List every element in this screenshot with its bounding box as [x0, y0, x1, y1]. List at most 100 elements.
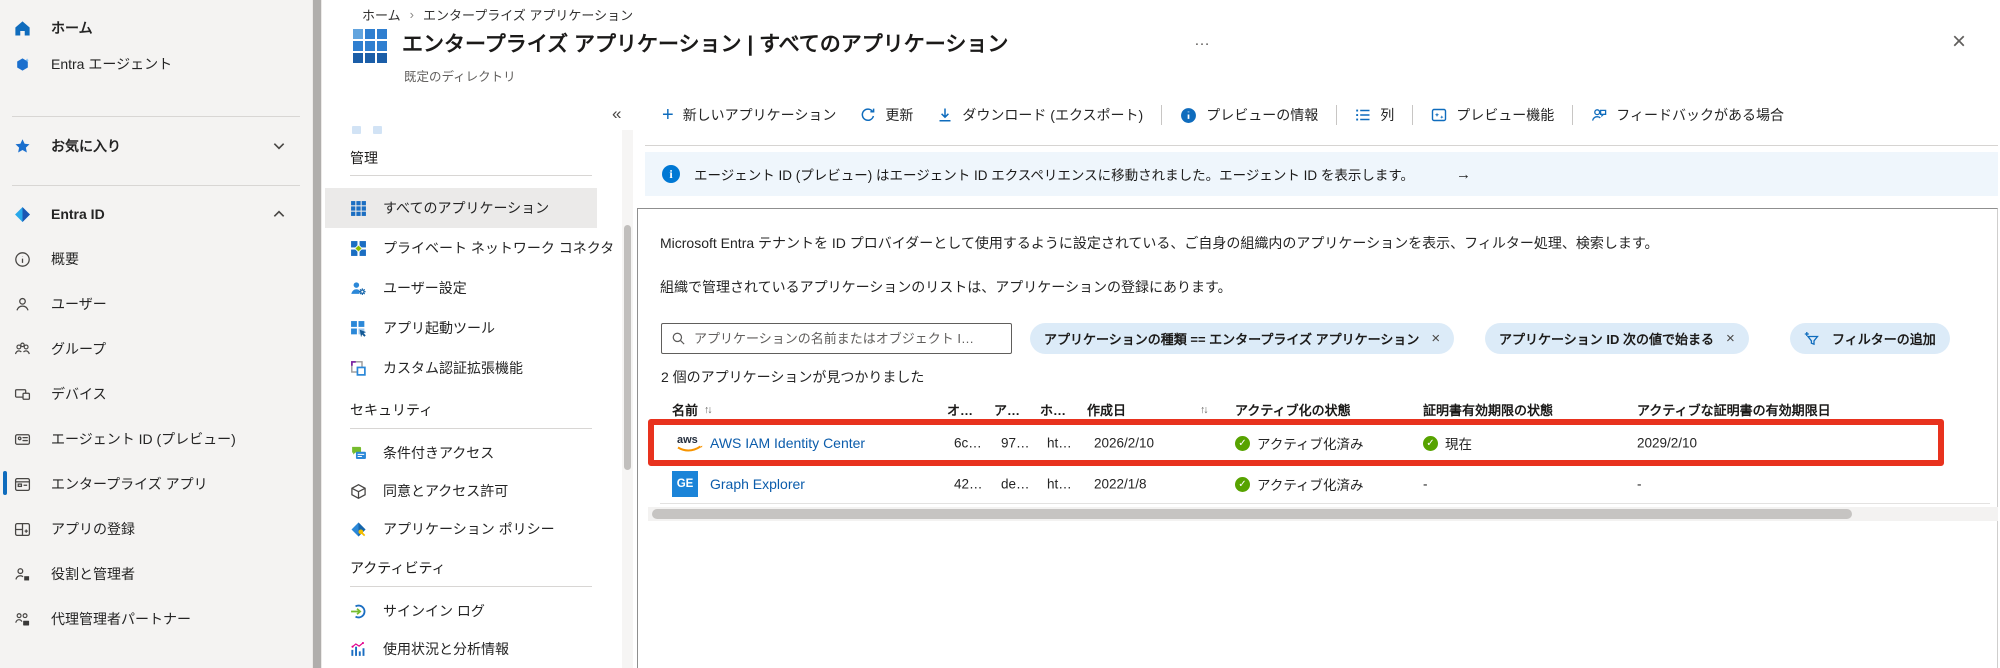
- private-network-icon: [350, 240, 367, 257]
- application-search[interactable]: [661, 323, 1012, 354]
- menu-item-label: 条件付きアクセス: [383, 445, 495, 461]
- sidebar-item-overview[interactable]: 概要: [0, 244, 300, 274]
- sidebar-item-roles-admins[interactable]: 役割と管理者: [0, 559, 300, 589]
- sidebar-item-admin-partners[interactable]: 代理管理者パートナー: [0, 604, 300, 634]
- column-header-app-id[interactable]: ア…: [994, 400, 1020, 419]
- menu-item-custom-auth-extensions[interactable]: カスタム認証拡張機能: [325, 348, 597, 388]
- menu-item-label: すべてのアプリケーション: [383, 200, 550, 216]
- banner-arrow-icon[interactable]: →: [1456, 166, 1471, 183]
- column-header-created[interactable]: 作成日 ↑↓: [1087, 400, 1208, 419]
- info-banner: i エージェント ID (プレビュー) はエージェント ID エクスペリエンスに…: [645, 152, 1998, 196]
- svg-text:aws: aws: [677, 434, 698, 446]
- menu-section-divider: [350, 175, 592, 176]
- info-icon: i: [662, 165, 680, 183]
- remove-filter-icon[interactable]: ×: [1726, 330, 1735, 347]
- aws-logo-icon: aws: [676, 432, 704, 454]
- sidebar-item-devices[interactable]: デバイス: [0, 379, 300, 409]
- application-link[interactable]: Graph Explorer: [710, 476, 805, 492]
- sidebar-divider: [12, 185, 300, 186]
- sidebar-item-app-registrations[interactable]: アプリの登録: [0, 514, 300, 544]
- download-export-button[interactable]: ダウンロード (エクスポート): [927, 100, 1153, 130]
- star-icon: [14, 138, 31, 155]
- command-bar: + 新しいアプリケーション 更新 ダウンロード (エクスポート) プレビューの情…: [652, 97, 1794, 133]
- columns-button[interactable]: 列: [1345, 100, 1404, 130]
- preview-features-button[interactable]: プレビュー機能: [1421, 100, 1564, 130]
- menu-item-conditional-access[interactable]: 条件付きアクセス: [325, 434, 597, 472]
- table-header-row: 名前 ↑↓ オ… ア… ホ… 作成日 ↑↓ アクティブ化の状態 証明書有効期限の…: [660, 396, 1990, 422]
- menu-item-signin-logs[interactable]: サインイン ログ: [325, 592, 597, 630]
- add-filter-button[interactable]: フィルターの追加: [1790, 323, 1950, 354]
- sidebar-item-users[interactable]: ユーザー: [0, 289, 300, 319]
- sidebar-item-label: ホーム: [51, 20, 93, 36]
- menu-section-divider: [350, 586, 592, 587]
- column-header-activation-status[interactable]: アクティブ化の状態: [1235, 400, 1351, 419]
- sidebar-item-favorites[interactable]: お気に入り: [0, 131, 300, 161]
- feedback-button[interactable]: フィードバックがある場合: [1581, 100, 1794, 130]
- partners-icon: [14, 611, 31, 628]
- column-header-cert-expiry[interactable]: アクティブな証明書の有効期限日: [1637, 400, 1831, 419]
- sidebar-item-enterprise-apps[interactable]: エンタープライズ アプリ: [0, 469, 300, 499]
- menu-item-usage-insights[interactable]: 使用状況と分析情報: [325, 630, 597, 668]
- table-row[interactable]: aws AWS IAM Identity Center 6c… 97… ht… …: [660, 422, 1990, 464]
- menu-item-all-applications[interactable]: すべてのアプリケーション: [325, 188, 597, 228]
- graph-explorer-logo-icon: GE: [672, 471, 698, 497]
- toolbar-divider: [1572, 105, 1574, 125]
- column-header-cert-status[interactable]: 証明書有効期限の状態: [1423, 400, 1553, 419]
- refresh-button[interactable]: 更新: [850, 100, 923, 130]
- cell-created-date: 2026/2/10: [1094, 435, 1155, 451]
- table-horizontal-scrollbar[interactable]: [648, 507, 1998, 521]
- menu-scrollbar-thumb[interactable]: [624, 225, 631, 470]
- new-application-button[interactable]: + 新しいアプリケーション: [652, 100, 846, 130]
- filter-pill-application-id[interactable]: アプリケーション ID 次の値で始まる ×: [1485, 323, 1749, 354]
- enterprise-apps-grid-icon: [352, 28, 388, 64]
- sidebar-item-entra-id[interactable]: Entra ID: [0, 199, 300, 229]
- sidebar-item-agent-id[interactable]: エージェント ID (プレビュー): [0, 424, 300, 454]
- table-row[interactable]: GE Graph Explorer 42… de… ht… 2022/1/8 ✓…: [660, 464, 1990, 504]
- sidebar-scrollbar[interactable]: [312, 0, 322, 668]
- sidebar-item-label: 代理管理者パートナー: [51, 611, 191, 627]
- close-icon[interactable]: ×: [1952, 30, 1966, 54]
- column-header-name[interactable]: 名前 ↑↓: [672, 400, 712, 419]
- column-header-homepage[interactable]: ホ…: [1040, 400, 1066, 419]
- chevron-down-icon[interactable]: [272, 139, 286, 153]
- sidebar-item-label: お気に入り: [51, 138, 121, 154]
- page-subtitle: 既定のディレクトリ: [404, 70, 516, 84]
- chevron-up-icon[interactable]: [272, 207, 286, 221]
- preview-info-button[interactable]: プレビューの情報: [1170, 100, 1328, 130]
- menu-item-private-network-connectors[interactable]: プライベート ネットワーク コネクタ: [325, 228, 614, 268]
- more-actions-icon[interactable]: …: [1194, 32, 1211, 50]
- application-link[interactable]: AWS IAM Identity Center: [710, 435, 865, 451]
- sidebar-item-home[interactable]: ホーム: [0, 13, 300, 43]
- sidebar-item-label: Entra ID: [51, 206, 105, 222]
- menu-item-consent-permissions[interactable]: 同意とアクセス許可: [325, 472, 597, 510]
- sidebar-scrollbar-thumb[interactable]: [313, 0, 321, 668]
- cell-app-id: 97…: [1001, 435, 1030, 451]
- column-header-object-id[interactable]: オ…: [947, 400, 973, 419]
- breadcrumb-home[interactable]: ホーム: [362, 5, 401, 24]
- toolbar-divider: [1336, 105, 1338, 125]
- sidebar-item-label: アプリの登録: [51, 521, 135, 537]
- search-input[interactable]: [694, 331, 1002, 346]
- menu-scrollbar[interactable]: [622, 130, 633, 668]
- sidebar-item-label: グループ: [51, 341, 107, 357]
- table-horizontal-scrollbar-thumb[interactable]: [652, 509, 1852, 519]
- plus-icon: +: [662, 104, 674, 126]
- breadcrumb-current[interactable]: エンタープライズ アプリケーション: [423, 5, 633, 24]
- collapse-menu-icon[interactable]: «: [612, 104, 621, 124]
- menu-section-header: セキュリティ: [350, 402, 434, 418]
- sidebar-item-entra-agent[interactable]: Entra エージェント: [0, 49, 300, 79]
- app-policy-icon: [350, 521, 367, 538]
- menu-item-app-launcher[interactable]: アプリ起動ツール: [325, 308, 597, 348]
- sort-icon[interactable]: ↑↓: [1200, 404, 1208, 416]
- sidebar-item-label: ユーザー: [51, 296, 107, 312]
- check-circle-icon: ✓: [1235, 476, 1250, 492]
- menu-item-application-policy[interactable]: アプリケーション ポリシー: [325, 510, 597, 548]
- menu-item-user-settings[interactable]: ユーザー設定: [325, 268, 597, 308]
- user-icon: [14, 296, 31, 313]
- command-bar-divider: [645, 145, 1998, 146]
- sidebar-item-groups[interactable]: グループ: [0, 334, 300, 364]
- filter-pill-application-type[interactable]: アプリケーションの種類 == エンタープライズ アプリケーション ×: [1030, 323, 1455, 354]
- sidebar-item-label: 役割と管理者: [51, 566, 135, 582]
- sort-icon[interactable]: ↑↓: [704, 404, 712, 416]
- remove-filter-icon[interactable]: ×: [1431, 330, 1440, 347]
